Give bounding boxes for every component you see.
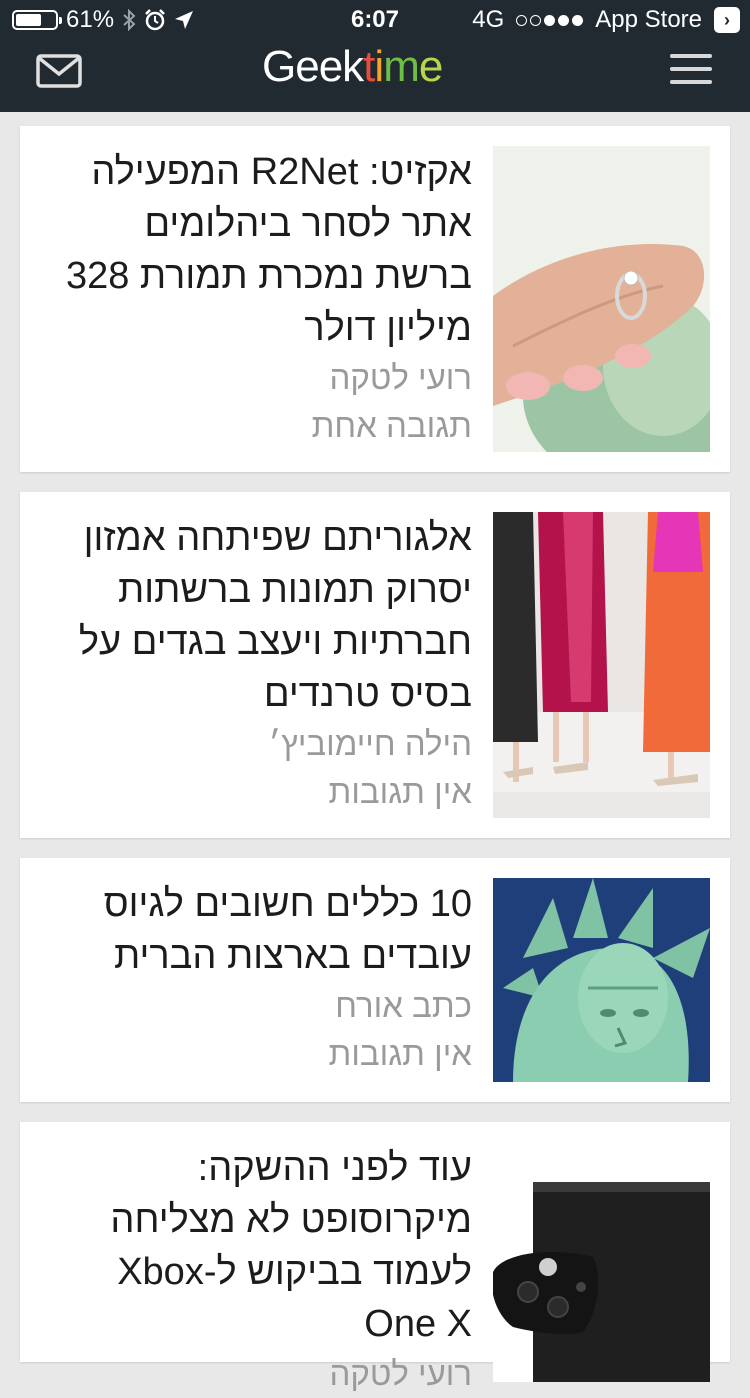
article-author: רועי לטקה bbox=[329, 359, 472, 396]
article-author: כתב אורח bbox=[335, 987, 472, 1024]
article-author: הילה חיימוביץ׳ bbox=[268, 725, 472, 762]
article-title[interactable]: אקזיט: R2Net המפעילה אתר לסחר ביהלומים ב… bbox=[40, 146, 472, 354]
article-feed: אקזיט: R2Net המפעילה אתר לסחר ביהלומים ב… bbox=[20, 126, 730, 1392]
article-title[interactable]: 10 כללים חשובים לגיוס עובדים בארצות הברי… bbox=[40, 878, 472, 982]
geektime-logo[interactable]: Geektime bbox=[262, 42, 443, 92]
article-thumbnail[interactable] bbox=[493, 1142, 710, 1382]
hamburger-menu-icon[interactable] bbox=[670, 54, 712, 84]
signal-strength-icon bbox=[516, 14, 584, 26]
network-type: 4G bbox=[472, 6, 505, 33]
mail-icon[interactable] bbox=[36, 54, 82, 88]
top-bar: 61% 6:07 4G App Store › Geektime bbox=[0, 0, 750, 112]
article-card[interactable]: 10 כללים חשובים לגיוס עובדים בארצות הברי… bbox=[20, 858, 730, 1102]
article-title[interactable]: אלגוריתם שפיתחה אמזון יסרוק תמונות ברשתו… bbox=[40, 512, 472, 720]
status-bar: 61% 6:07 4G App Store › bbox=[0, 0, 750, 40]
article-card[interactable]: אלגוריתם שפיתחה אמזון יסרוק תמונות ברשתו… bbox=[20, 492, 730, 838]
article-comments[interactable]: אין תגובות bbox=[40, 768, 472, 816]
article-card[interactable]: אקזיט: R2Net המפעילה אתר לסחר ביהלומים ב… bbox=[20, 126, 730, 472]
article-card[interactable]: עוד לפני ההשקה: מיקרוסופט לא מצליחה לעמו… bbox=[20, 1122, 730, 1392]
back-to-app-label[interactable]: App Store bbox=[595, 6, 702, 34]
article-author: רועי לטקה bbox=[329, 1355, 472, 1392]
article-comments[interactable]: תגובה אחת bbox=[40, 402, 472, 450]
article-thumbnail[interactable] bbox=[493, 512, 710, 818]
article-title[interactable]: עוד לפני ההשקה: מיקרוסופט לא מצליחה לעמו… bbox=[40, 1142, 472, 1350]
nav-bar: Geektime bbox=[0, 40, 750, 112]
article-thumbnail[interactable] bbox=[493, 878, 710, 1082]
chevron-right-icon[interactable]: › bbox=[714, 7, 740, 33]
article-thumbnail[interactable] bbox=[493, 146, 710, 452]
article-comments[interactable]: אין תגובות bbox=[40, 1030, 472, 1078]
